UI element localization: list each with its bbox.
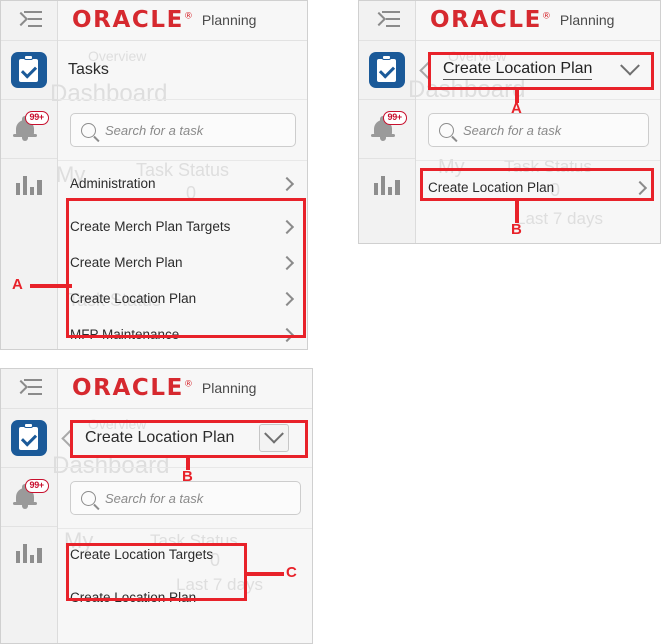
panel2-task-list: Create Location Plan <box>416 161 661 244</box>
notifications-icon: 99+ <box>370 111 407 145</box>
rail-item-tasks[interactable] <box>358 41 415 100</box>
chevron-right-icon <box>632 180 648 195</box>
rail-item-tasks[interactable] <box>0 409 57 468</box>
brand-bar: ORACLE® Planning <box>58 368 313 409</box>
chevron-down-icon <box>264 423 284 444</box>
search-placeholder: Search for a task <box>105 122 204 138</box>
panel3-content: Overview Dashboard My Task Status 0 Last… <box>52 368 313 644</box>
search-input[interactable]: Search for a task <box>70 481 301 515</box>
panel3-header: Create Location Plan <box>58 409 313 468</box>
product-name: Planning <box>201 380 257 396</box>
dropdown-toggle-button[interactable] <box>259 423 289 452</box>
search-input[interactable]: Search for a task <box>428 113 649 147</box>
page-title: Tasks <box>68 61 109 78</box>
chevron-right-icon <box>279 255 295 270</box>
left-icon-rail: 99+ <box>0 368 58 644</box>
oracle-logo: ORACLE® <box>72 6 193 33</box>
chevron-right-icon <box>279 327 295 342</box>
flyout-title: Create Location Plan <box>85 429 235 446</box>
panel1-content: Overview Dashboard My Task Status 0 Task… <box>50 0 308 350</box>
search-row: Search for a task <box>58 468 313 529</box>
chevron-right-icon <box>279 291 295 306</box>
search-placeholder: Search for a task <box>105 490 204 506</box>
panel1-task-list: Administration Create Merch Plan Targets… <box>58 161 308 350</box>
product-name: Planning <box>559 12 615 28</box>
search-row: Search for a task <box>58 100 308 161</box>
tasks-icon <box>10 52 47 88</box>
list-item[interactable]: Create Merch Plan <box>58 245 308 280</box>
chevron-right-icon <box>279 219 295 234</box>
reports-icon <box>15 541 42 563</box>
oracle-logo: ORACLE® <box>72 374 193 401</box>
notification-badge: 99+ <box>24 479 49 493</box>
panel-tasks-flyout: 99+ Overview Dashboard My Task Status 0 … <box>0 0 308 350</box>
list-item-label: Create Location Plan <box>70 291 197 306</box>
reports-icon <box>15 173 42 195</box>
left-icon-rail: 99+ <box>358 0 416 244</box>
search-icon <box>439 122 454 138</box>
list-item-label: Create Location Plan <box>70 590 197 605</box>
flyout-title-link[interactable]: Create Location Plan <box>443 60 593 80</box>
list-item-label: MFP Maintenance <box>70 327 180 342</box>
list-item[interactable]: Create Location Plan <box>416 170 661 205</box>
rail-item-notifications[interactable]: 99+ <box>358 100 415 159</box>
panel-location-plan-tasks: 99+ Overview Dashboard My Task Status 0 … <box>0 368 313 644</box>
chevron-right-icon <box>279 176 295 191</box>
panel2-header: Create Location Plan <box>416 41 661 100</box>
oracle-logo: ORACLE® <box>430 6 551 33</box>
list-item-label: Create Merch Plan Targets <box>70 219 231 234</box>
tasks-icon <box>368 52 405 88</box>
nav-collapse-icon <box>13 10 42 30</box>
left-icon-rail: 99+ <box>0 0 58 350</box>
nav-collapse-icon <box>13 378 42 398</box>
search-placeholder: Search for a task <box>463 122 562 138</box>
brand-bar: ORACLE® Planning <box>58 0 308 41</box>
product-name: Planning <box>201 12 257 28</box>
rail-item-reports[interactable] <box>0 527 57 644</box>
search-icon <box>81 490 96 506</box>
notifications-icon: 99+ <box>12 111 49 145</box>
search-icon <box>81 122 96 138</box>
list-item-label: Create Merch Plan <box>70 255 183 270</box>
list-item-label: Administration <box>70 176 156 191</box>
list-item[interactable]: Create Location Plan <box>58 580 313 615</box>
chevron-down-icon[interactable] <box>620 55 640 76</box>
list-item[interactable]: Create Location Targets <box>58 537 313 572</box>
search-row: Search for a task <box>416 100 661 161</box>
notification-badge: 99+ <box>24 111 49 125</box>
nav-collapse-button[interactable] <box>0 0 57 41</box>
chevron-left-icon[interactable] <box>419 60 438 80</box>
tasks-icon <box>10 420 47 456</box>
list-item-label: Create Location Targets <box>70 547 214 562</box>
list-item[interactable]: MFP Maintenance <box>58 317 308 350</box>
notification-badge: 99+ <box>382 111 407 125</box>
list-item[interactable]: Create Merch Plan Targets <box>58 209 308 244</box>
reports-icon <box>373 173 400 195</box>
panel1-header: Tasks <box>58 41 308 100</box>
search-input[interactable]: Search for a task <box>70 113 296 147</box>
panel-create-location-plan-flyout: 99+ Overview Dashboard My Task Status 0 … <box>358 0 661 244</box>
nav-collapse-button[interactable] <box>0 368 57 409</box>
rail-item-reports[interactable] <box>0 159 57 350</box>
rail-item-tasks[interactable] <box>0 41 57 100</box>
chevron-left-icon[interactable] <box>61 428 80 448</box>
notifications-icon: 99+ <box>12 479 49 513</box>
nav-collapse-icon <box>371 10 400 30</box>
brand-bar: ORACLE® Planning <box>416 0 661 41</box>
list-item[interactable]: Administration <box>58 166 308 201</box>
rail-item-notifications[interactable]: 99+ <box>0 100 57 159</box>
list-item-label: Create Location Plan <box>428 180 555 195</box>
list-item[interactable]: Create Location Plan <box>58 281 308 316</box>
panel2-content: Overview Dashboard My Task Status 0 Last… <box>408 0 661 244</box>
nav-collapse-button[interactable] <box>358 0 415 41</box>
panel3-task-list: Create Location Targets Create Location … <box>58 529 313 644</box>
rail-item-reports[interactable] <box>358 159 415 244</box>
rail-item-notifications[interactable]: 99+ <box>0 468 57 527</box>
